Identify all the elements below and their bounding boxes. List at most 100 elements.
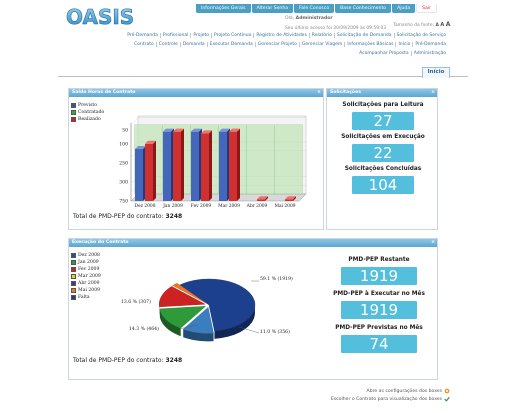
font-size-small[interactable]: A	[435, 23, 438, 28]
pmd-previstas-value[interactable]: 74	[341, 335, 417, 353]
pie-label-307: 13.6 % (307)	[121, 300, 151, 305]
solic-concluidas-value[interactable]: 104	[352, 176, 414, 194]
nav-gerenciar-projeto[interactable]: Gerenciar Projeto	[256, 42, 300, 47]
bar-realizado-front	[257, 199, 265, 201]
pie-chart	[159, 278, 260, 342]
pmd-restante-value[interactable]: 1919	[341, 267, 417, 285]
bar-previsto	[163, 128, 174, 201]
legend-label: Mai 2009	[78, 288, 101, 293]
menu-fale-conosco[interactable]: Fale Conosco	[294, 4, 335, 13]
footer-contract[interactable]: Escolher o Contrato para visualização do…	[331, 396, 450, 402]
legend-swatch	[71, 295, 76, 300]
app-window: OASIS Informações Gerais Alterar Senha F…	[58, 0, 468, 413]
bar-realizado-side	[209, 130, 212, 201]
panel-execucao-title: Execução do Contrato	[72, 240, 129, 245]
tab-inicio[interactable]: Início	[422, 67, 450, 78]
nav-profissional[interactable]: Profissional	[161, 33, 192, 38]
nav-projeto-continuo[interactable]: Projeto Contínuo	[212, 33, 255, 38]
settings-icon	[444, 388, 450, 394]
menu-alterar-senha[interactable]: Alterar Senha	[251, 4, 294, 13]
legend-item-mar-2009: Mar 2009	[71, 273, 101, 280]
bar-contratado	[274, 124, 303, 195]
font-size-large[interactable]: A	[446, 21, 451, 28]
x-tick-label: Jan 2009	[162, 204, 183, 209]
legend-item-falta: Falta	[71, 294, 101, 301]
x-tick-label: Dez 2008	[134, 204, 155, 209]
exec-total-label: Total de PMD-PEP do contrato:	[73, 357, 164, 364]
bar-contratado	[246, 124, 275, 195]
menu-ajuda[interactable]: Ajuda	[392, 4, 416, 13]
menu-sair[interactable]: Sair	[416, 4, 438, 13]
bar-realizado	[229, 128, 240, 201]
nav-inicio[interactable]: Início	[396, 42, 414, 47]
solic-execucao-value[interactable]: 22	[352, 144, 414, 162]
y-tick-label: 250	[119, 160, 128, 166]
x-tick-label: Abr 2009	[246, 204, 268, 209]
nav-executar-demanda[interactable]: Executar Demanda	[208, 42, 256, 47]
nav-pre-demanda[interactable]: Pré-Demanda	[125, 33, 161, 38]
horas-total: Total de PMD-PEP do contrato: 3248	[73, 213, 182, 220]
pie-label-464: 14.3 % (464)	[129, 327, 159, 332]
solic-leitura-value[interactable]: 27	[352, 112, 414, 130]
bar-realizado-side	[153, 140, 156, 201]
top-menu: Informações Gerais Alterar Senha Fale Co…	[196, 4, 438, 13]
bar-previsto	[191, 128, 202, 201]
panel-solicitacoes-header[interactable]: Solicitações ×	[327, 89, 437, 97]
legend-swatch	[71, 260, 76, 265]
panel-execucao-header[interactable]: Execução do Contrato ×	[69, 239, 437, 247]
nav-demanda[interactable]: Demanda	[181, 42, 208, 47]
bar-realizado-front	[145, 143, 153, 201]
nav-solicitacao-servico[interactable]: Solicitação de Serviço	[395, 33, 448, 38]
logo-text: OASIS	[66, 6, 134, 28]
checkmark-icon	[444, 396, 450, 402]
bar-realizado-front	[285, 199, 293, 201]
menu-base-conhecimento[interactable]: Base Conhecimento	[335, 4, 392, 13]
bar-realizado-front	[201, 133, 209, 201]
bar-previsto-front	[191, 131, 199, 201]
nav-solicitacao-demanda[interactable]: Solicitação de Demanda	[335, 33, 395, 38]
pmd-executar-label: PMD-PEP à Executar no Mês	[333, 291, 425, 297]
nav-administracao[interactable]: Administração	[412, 51, 448, 56]
legend-label: Dez 2008	[78, 253, 100, 258]
close-icon[interactable]: ×	[431, 90, 435, 95]
panel-saldo-horas-header[interactable]: Saldo Horas de Contrato ×	[69, 89, 323, 97]
legend-item-jan-2009: Jan 2009	[71, 259, 101, 266]
footer-config[interactable]: Abre as configurações dos boxes	[367, 388, 450, 394]
nav-projeto[interactable]: Projeto	[191, 33, 213, 38]
horas-total-value: 3248	[165, 213, 183, 220]
close-icon[interactable]: ×	[431, 240, 435, 245]
pmd-executar-value[interactable]: 1919	[341, 301, 417, 319]
x-tick-label: Fev 2009	[191, 204, 212, 209]
pie-label-falta: 59.1 % (1919)	[260, 277, 293, 282]
pmd-restante-label: PMD-PEP Restante	[348, 257, 410, 263]
pmd-previstas-label: PMD-PEP Previstas no Mês	[335, 325, 423, 331]
nav-controle[interactable]: Controle	[157, 42, 181, 47]
nav-gerenciar-viagem[interactable]: Gerenciar Viagem	[300, 42, 346, 47]
header: OASIS Informações Gerais Alterar Senha F…	[58, 0, 468, 68]
nav-informacoes-basicas[interactable]: Informações Básicas	[345, 42, 397, 47]
oasis-logo[interactable]: OASIS	[64, 5, 144, 30]
panel-saldo-horas-title: Saldo Horas de Contrato	[72, 90, 136, 95]
legend-item-dez-2008: Dez 2008	[71, 252, 101, 259]
bar-previsto-front	[135, 149, 143, 201]
panel-solicitacoes-title: Solicitações	[330, 90, 361, 95]
solic-concluidas-label: Solicitações Concluídas	[344, 166, 422, 172]
legend-item-abr-2009: Abr 2009	[71, 280, 101, 287]
nav-relatorio[interactable]: Relatório	[310, 33, 335, 38]
y-tick-label: 100	[119, 141, 128, 147]
y-tick-label: 50	[122, 127, 128, 133]
font-size-control: Tamanho da fonte: A A A	[393, 21, 450, 28]
legend-item-fev-2009: Fev 2009	[71, 266, 101, 273]
nav-acompanhar-proposta[interactable]: Acompanhar Proposta	[357, 51, 412, 56]
x-tick-label: Mar 2009	[218, 204, 240, 209]
nav-contrato[interactable]: Contrato	[132, 42, 157, 47]
close-icon[interactable]: ×	[317, 90, 321, 95]
menu-informacoes-gerais[interactable]: Informações Gerais	[196, 4, 251, 13]
font-size-medium[interactable]: A	[440, 22, 444, 28]
nav-pre-demanda-2[interactable]: Pré-Demanda	[413, 42, 448, 47]
panel-execucao-contrato: Execução do Contrato × Dez 2008 Jan 2009 F…	[68, 238, 438, 380]
horas-total-label: Total de PMD-PEP do contrato:	[73, 213, 164, 220]
bar-realizado	[173, 128, 184, 201]
pie-label-356: 11.0 % (356)	[260, 330, 290, 335]
nav-registro-atividades[interactable]: Registro de Atividades	[254, 33, 310, 38]
